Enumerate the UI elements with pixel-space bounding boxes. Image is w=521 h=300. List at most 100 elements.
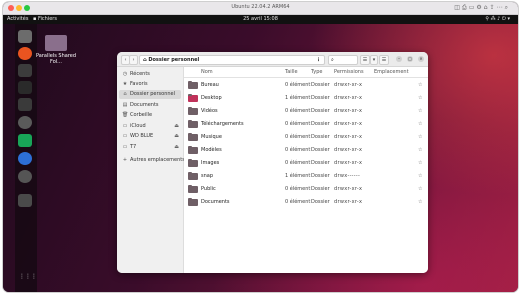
shared-folder-label[interactable]: Parallels Shared Fol... [36,53,76,65]
vm-host-window: Ubuntu 22.04.2 ARM64 ◫⎙▭⚙⌂⇪⋯⌕ Activités … [3,2,518,292]
eject-icon[interactable]: ⏏ [174,122,179,131]
show-apps-icon[interactable]: ⋮⋮⋮ [19,274,37,280]
star-icon[interactable]: ☆ [418,131,422,144]
vm-host-titlebar: Ubuntu 22.04.2 ARM64 ◫⎙▭⚙⌂⇪⋯⌕ [3,2,518,15]
star-icon[interactable]: ☆ [418,196,422,209]
system-status-icons[interactable]: ⚲ ⁂ ♪ ⏻ ▾ [485,15,510,24]
host-toolbar-icons[interactable]: ◫⎙▭⚙⌂⇪⋯⌕ [454,4,510,12]
trash-icon[interactable] [18,194,32,207]
sidebar-item-icloud[interactable]: ▭ iCloud ⏏ [119,122,181,131]
star-icon[interactable]: ☆ [418,170,422,183]
file-type: Dossier [311,121,330,127]
table-row[interactable]: Desktop 1 élément Dossier drwxr-xr-x ☆ [184,92,428,105]
sidebar-item-favoris[interactable]: ★ Favoris [119,80,181,89]
star-icon[interactable]: ☆ [418,92,422,105]
dock: ⋮⋮⋮ [15,24,37,292]
column-permissions-header[interactable]: Permissions [334,69,364,76]
sidebar-item-label: T7 [130,144,137,150]
file-size: 0 élément [285,121,311,127]
view-toggle-button[interactable]: ☰ [360,55,370,65]
window-minimize-button[interactable]: – [396,56,402,62]
path-bar[interactable]: ⌂ Dossier personnel ⋮ [139,55,325,65]
file-name: Musique [201,134,222,140]
main-menu-button[interactable]: ☰ [379,55,389,65]
search-button[interactable]: ⌕ [328,55,358,65]
star-icon[interactable]: ☆ [418,183,422,196]
table-row[interactable]: Vidéos 0 élément Dossier drwxr-xr-x ☆ [184,105,428,118]
host-tool-icon[interactable]: ◫ [454,4,462,11]
eject-icon[interactable]: ⏏ [174,132,179,141]
table-row[interactable]: Documents 0 élément Dossier drwxr-xr-x ☆ [184,196,428,209]
sidebar-item-r-cents[interactable]: ◷ Récents [119,70,181,79]
chevron-down-icon: ▾ [372,57,376,63]
forward-button[interactable]: › [129,55,138,65]
sidebar-item-label: Documents [130,102,159,108]
sidebar-item-t7[interactable]: ▭ T7 ⏏ [119,143,181,152]
blue-app-icon[interactable] [18,152,32,165]
settings-icon[interactable] [18,116,32,129]
sidebar-item-icon: ⌂ [123,91,127,97]
clock[interactable]: 25 avril 15:08 [3,15,518,24]
home-icon: ⌂ [143,57,147,63]
table-row[interactable]: Images 0 élément Dossier drwxr-xr-x ☆ [184,157,428,170]
file-type: Dossier [311,95,330,101]
file-size: 0 élément [285,160,311,166]
folder-icon [188,172,198,180]
star-icon[interactable]: ☆ [418,157,422,170]
window-maximize-button[interactable]: □ [407,56,413,62]
file-permissions: drwxr-xr-x [334,186,363,192]
star-icon[interactable]: ☆ [418,79,422,92]
disc-icon[interactable] [18,170,32,183]
column-type-header[interactable]: Type [311,69,322,76]
star-icon[interactable]: ☆ [418,144,422,157]
host-tool-icon[interactable]: ⚙ [476,4,483,11]
table-row[interactable]: Modèles 0 élément Dossier drwxr-xr-x ☆ [184,144,428,157]
folder-icon [188,159,198,167]
text-editor-icon[interactable] [18,98,32,111]
star-icon[interactable]: ☆ [418,118,422,131]
sidebar-item-wd-blue[interactable]: ▭ WD BLUE ⏏ [119,132,181,141]
host-tool-icon[interactable]: ⎙ [462,4,469,11]
host-window-title: Ubuntu 22.04.2 ARM64 [231,4,290,10]
sidebar-item-corbeille[interactable]: 🗑 Corbeille [119,111,181,120]
path-label: Dossier personnel [148,57,200,63]
files-icon[interactable] [18,30,32,43]
star-icon[interactable]: ☆ [418,105,422,118]
sidebar-item-documents[interactable]: ▤ Documents [119,101,181,110]
file-type: Dossier [311,82,330,88]
sidebar-item-icon: ★ [122,81,128,87]
table-row[interactable]: Public 0 élément Dossier drwxr-xr-x ☆ [184,183,428,196]
table-row[interactable]: Téléchargements 0 élément Dossier drwxr-xr-… [184,118,428,131]
file-list: Nom Taille Type Permissions Emplacement … [184,67,428,273]
help-icon[interactable] [18,64,32,77]
app-center-icon[interactable] [18,47,32,60]
column-location-header[interactable]: Emplacement [374,69,409,76]
view-options-button[interactable]: ▾ [370,55,378,65]
table-row[interactable]: Bureau 0 élément Dossier drwxr-xr-x ☆ [184,79,428,92]
table-row[interactable]: Musique 0 élément Dossier drwxr-xr-x ☆ [184,131,428,144]
table-row[interactable]: snap 1 élément Dossier drwx------ ☆ [184,170,428,183]
file-name: Modèles [201,147,222,153]
column-name-header[interactable]: Nom [201,69,213,76]
terminal-icon[interactable] [18,81,32,94]
shared-folder-icon[interactable] [45,35,67,51]
file-size: 1 élément [285,95,311,101]
path-menu-icon[interactable]: ⋮ [316,56,321,64]
file-permissions: drwx------ [334,173,361,179]
file-size: 0 élément [285,108,311,114]
folder-icon [188,185,198,193]
sidebar-item-dossier-personnel[interactable]: ⌂ Dossier personnel [119,90,181,99]
sidebar-item-autres-emplacements[interactable]: + Autres emplacements [119,156,185,165]
eject-icon[interactable]: ⏏ [174,143,179,152]
window-close-button[interactable]: × [418,56,424,62]
file-type: Dossier [311,134,330,140]
column-size-header[interactable]: Taille [285,69,298,76]
green-app-icon[interactable] [18,134,32,147]
host-tool-icon[interactable]: ⋯ [497,4,505,11]
files-headerbar: ‹ › ⌂ Dossier personnel ⋮ ⌕ ☰ ▾ ☰ – □ × [117,52,428,67]
host-tool-icon[interactable]: ⇪ [490,4,497,11]
host-tool-icon[interactable]: ⌕ [505,4,510,11]
file-name: Documents [201,199,230,205]
sidebar-item-label: Dossier personnel [130,91,176,97]
file-type: Dossier [311,147,330,153]
